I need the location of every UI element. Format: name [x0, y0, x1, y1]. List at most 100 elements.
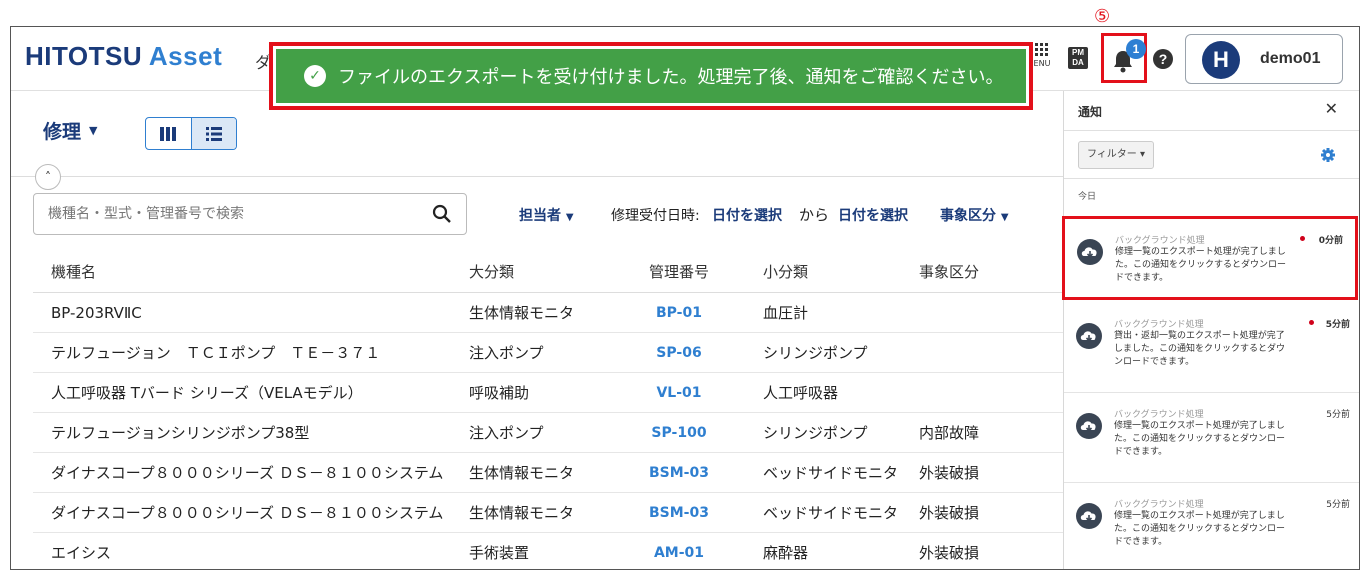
page-title-dropdown[interactable]: 修理 ▼	[43, 117, 97, 144]
asset-id-link[interactable]: BSM-03	[615, 465, 743, 481]
search-icon[interactable]	[432, 204, 452, 224]
column-header-category[interactable]: 大分類	[469, 261, 615, 282]
export-toast[interactable]: ✓ ファイルのエクスポートを受け付けました。処理完了後、通知をご確認ください。	[276, 49, 1026, 103]
asset-id-link[interactable]: BP-01	[615, 305, 743, 321]
list-view-button[interactable]	[190, 118, 236, 149]
date-filter-label: 修理受付日時:	[611, 208, 700, 224]
pmda-button[interactable]: PM DA	[1065, 47, 1091, 77]
notification-message: 修理一覧のエクスポート処理が完了しました。この通知をクリックするとダウンロードで…	[1114, 421, 1286, 457]
cell-subcategory: シリンジポンプ	[763, 344, 868, 362]
cell-event-type: 外装破損	[919, 464, 980, 482]
column-view-button[interactable]	[146, 118, 191, 149]
notification-message: 貸出・返却一覧のエクスポート処理が完了しました。この通知をクリックするとダウンロ…	[1114, 331, 1286, 367]
date-to-picker[interactable]: 日付を選択	[838, 205, 908, 225]
cloud-download-icon	[1076, 323, 1102, 349]
notification-item[interactable]: バックグラウンド処理 修理一覧のエクスポート処理が完了しました。この通知をクリッ…	[1064, 483, 1359, 569]
cell-model: エイシス	[51, 544, 112, 562]
asset-id-link[interactable]: AM-01	[615, 545, 743, 561]
table-row[interactable]: ダイナスコープ８０００シリーズ ＤＳ－８１００システム 生体情報モニタ BSM-…	[33, 493, 1063, 533]
asset-id-link[interactable]: SP-100	[615, 425, 743, 441]
column-header-model[interactable]: 機種名	[33, 261, 469, 282]
pmda-line2: DA	[1072, 58, 1084, 67]
notification-time: 0分前	[1318, 236, 1343, 246]
cell-model: BP-203RVⅡC	[51, 303, 142, 322]
cell-subcategory: 人工呼吸器	[763, 384, 839, 402]
cell-model: テルフュージョンシリンジポンプ38型	[51, 424, 310, 442]
notification-message: 修理一覧のエクスポート処理が完了しました。この通知をクリックするとダウンロードで…	[1115, 247, 1287, 283]
notification-count-badge: 1	[1126, 39, 1146, 59]
toast-message: ファイルのエクスポートを受け付けました。処理完了後、通知をご確認ください。	[338, 67, 1004, 88]
table-row[interactable]: エイシス 手術装置 AM-01 麻酔器 外装破損	[33, 533, 1063, 569]
logo-part2: Asset	[148, 41, 223, 71]
repair-table: 機種名 大分類 管理番号 小分類 事象区分 BP-203RVⅡC 生体情報モニタ…	[33, 251, 1063, 569]
date-from-picker[interactable]: 日付を選択	[712, 205, 782, 225]
today-label: 今日	[1078, 192, 1097, 202]
asset-id-link[interactable]: BSM-03	[615, 505, 743, 521]
cell-subcategory: シリンジポンプ	[763, 424, 868, 442]
asset-id-link[interactable]: SP-06	[615, 345, 743, 361]
cell-event-type: 内部故障	[919, 424, 980, 442]
notification-time: 5分前	[1326, 500, 1350, 510]
view-toggle	[145, 117, 237, 150]
cell-model: テルフュージョン ＴＣＩポンプ ＴＥ－３７１	[51, 344, 381, 362]
unread-dot	[1309, 320, 1314, 325]
notification-panel-title: 通知	[1078, 105, 1103, 119]
notification-item[interactable]: バックグラウンド処理 貸出・返却一覧のエクスポート処理が完了しました。この通知を…	[1064, 303, 1359, 393]
main-content: 修理 ▼ ˄ 機種名・型式・管理番号で検索 担当者 ▼ 修理受付日時: 日付を選…	[11, 91, 1063, 569]
table-row[interactable]: BP-203RVⅡC 生体情報モニタ BP-01 血圧計	[33, 293, 1063, 333]
user-name: demo01	[1260, 50, 1321, 67]
column-header-subcategory[interactable]: 小分類	[743, 261, 919, 282]
collapse-button[interactable]: ˄	[35, 164, 61, 190]
event-type-filter[interactable]: 事象区分 ▼	[940, 205, 1009, 225]
asset-id-link[interactable]: VL-01	[615, 385, 743, 401]
notification-message: 修理一覧のエクスポート処理が完了しました。この通知をクリックするとダウンロードで…	[1114, 511, 1286, 547]
from-word: から	[799, 206, 830, 224]
table-row[interactable]: 人工呼吸器 Tバード シリーズ（VELAモデル） 呼吸補助 VL-01 人工呼吸…	[33, 373, 1063, 413]
cell-category: 生体情報モニタ	[469, 304, 575, 322]
column-header-asset-id[interactable]: 管理番号	[615, 261, 743, 282]
gear-icon[interactable]	[1320, 147, 1336, 163]
user-menu-button[interactable]: H demo01	[1185, 34, 1343, 84]
cell-event-type: 外装破損	[919, 504, 980, 522]
table-row[interactable]: ダイナスコープ８０００シリーズ ＤＳ－８１００システム 生体情報モニタ BSM-…	[33, 453, 1063, 493]
app-logo[interactable]: HITOTSU Asset	[25, 41, 222, 72]
cell-category: 注入ポンプ	[469, 344, 544, 362]
notification-item[interactable]: バックグラウンド処理 修理一覧のエクスポート処理が完了しました。この通知をクリッ…	[1062, 216, 1358, 300]
pmda-line1: PM	[1072, 48, 1084, 57]
callout-5: ⑤	[1094, 6, 1111, 27]
cell-model: ダイナスコープ８０００シリーズ ＤＳ－８１００システム	[51, 464, 444, 482]
app-window: HITOTSU Asset ダ ENU PM DA 1 ? H demo01 ✓…	[10, 26, 1360, 570]
cell-category: 呼吸補助	[469, 384, 530, 402]
notification-category: バックグラウンド処理	[1114, 500, 1204, 510]
chevron-down-icon: ▼	[1000, 212, 1009, 223]
assignee-filter[interactable]: 担当者 ▼	[519, 205, 574, 225]
cloud-download-icon	[1076, 503, 1102, 529]
chevron-down-icon: ▼	[89, 124, 98, 137]
logo-part1: HITOTSU	[25, 41, 143, 71]
search-input[interactable]	[34, 194, 414, 234]
assignee-filter-label: 担当者	[519, 208, 561, 224]
cell-event-type: 外装破損	[919, 544, 980, 562]
column-header-event-type[interactable]: 事象区分	[919, 261, 1063, 282]
notification-time: 5分前	[1326, 410, 1350, 420]
close-icon[interactable]: ✕	[1325, 99, 1338, 118]
menu-label: ENU	[1033, 59, 1051, 68]
event-type-filter-label: 事象区分	[940, 208, 996, 224]
notification-filter-button[interactable]: フィルター ▾	[1078, 141, 1154, 169]
cell-category: 生体情報モニタ	[469, 504, 575, 522]
toast-highlight: ✓ ファイルのエクスポートを受け付けました。処理完了後、通知をご確認ください。	[269, 42, 1033, 110]
help-icon[interactable]: ?	[1153, 49, 1173, 69]
cell-subcategory: ベッドサイドモニタ	[763, 504, 899, 522]
table-header: 機種名 大分類 管理番号 小分類 事象区分	[33, 251, 1063, 293]
notification-category: バックグラウンド処理	[1114, 410, 1204, 420]
chevron-up-icon: ˄	[45, 170, 51, 184]
notification-item[interactable]: バックグラウンド処理 修理一覧のエクスポート処理が完了しました。この通知をクリッ…	[1064, 393, 1359, 483]
table-row[interactable]: テルフュージョン ＴＣＩポンプ ＴＥ－３７１ 注入ポンプ SP-06 シリンジポ…	[33, 333, 1063, 373]
notification-category: バックグラウンド処理	[1115, 236, 1205, 246]
notification-category: バックグラウンド処理	[1114, 320, 1204, 330]
pmda-icon: PM DA	[1068, 47, 1088, 69]
notification-bell-button[interactable]: 1	[1101, 33, 1147, 83]
notification-filter-row: フィルター ▾	[1064, 131, 1359, 179]
cell-model: 人工呼吸器 Tバード シリーズ（VELAモデル）	[51, 384, 363, 402]
table-row[interactable]: テルフュージョンシリンジポンプ38型 注入ポンプ SP-100 シリンジポンプ …	[33, 413, 1063, 453]
